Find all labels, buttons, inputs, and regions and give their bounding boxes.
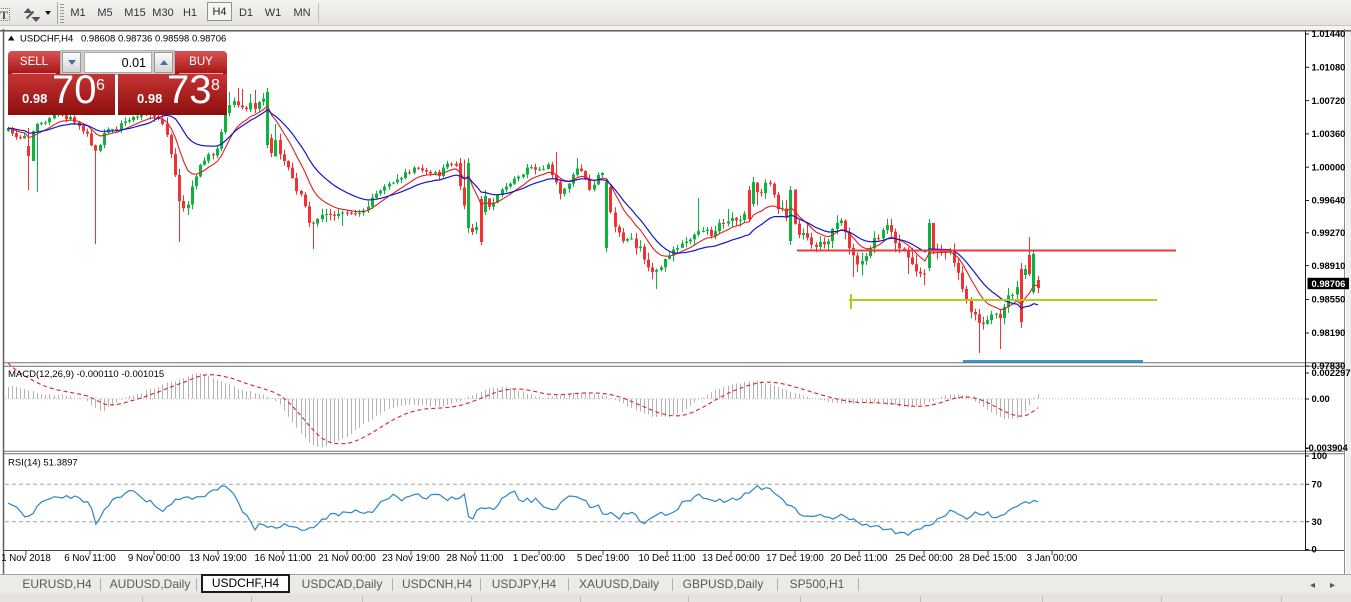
svg-text:13 Nov 19:00: 13 Nov 19:00 [189, 553, 247, 564]
svg-text:16 Nov 11:00: 16 Nov 11:00 [255, 553, 313, 564]
svg-text:5 Dec 19:00: 5 Dec 19:00 [577, 553, 630, 564]
svg-text:1 Dec 00:00: 1 Dec 00:00 [513, 553, 566, 564]
svg-text:30: 30 [1312, 516, 1322, 527]
svg-text:9 Nov 00:00: 9 Nov 00:00 [128, 553, 181, 564]
svg-text:0.98706: 0.98706 [1312, 278, 1346, 289]
svg-text:6 Nov 11:00: 6 Nov 11:00 [64, 553, 116, 564]
svg-text:1.01080: 1.01080 [1312, 62, 1346, 73]
svg-text:100: 100 [1312, 450, 1328, 461]
svg-text:20 Dec 11:00: 20 Dec 11:00 [831, 553, 889, 564]
svg-text:70: 70 [1312, 479, 1322, 490]
svg-text:0.98608 0.98736 0.98598 0.9870: 0.98608 0.98736 0.98598 0.98706 [81, 34, 226, 45]
svg-text:0.99640: 0.99640 [1312, 195, 1346, 206]
svg-text:3 Jan 00:00: 3 Jan 00:00 [1027, 553, 1078, 564]
svg-text:USDCHF,H4: USDCHF,H4 [20, 34, 73, 45]
svg-text:10 Dec 11:00: 10 Dec 11:00 [639, 553, 697, 564]
svg-text:1 Nov 2018: 1 Nov 2018 [1, 553, 51, 564]
svg-text:17 Dec 19:00: 17 Dec 19:00 [766, 553, 824, 564]
svg-text:21 Nov 00:00: 21 Nov 00:00 [318, 553, 376, 564]
svg-text:1.00720: 1.00720 [1312, 95, 1346, 106]
svg-text:0.00: 0.00 [1312, 393, 1330, 404]
svg-text:1.01440: 1.01440 [1312, 28, 1346, 39]
svg-text:0.98190: 0.98190 [1312, 327, 1346, 338]
svg-text:0.99270: 0.99270 [1312, 227, 1346, 238]
svg-text:23 Nov 19:00: 23 Nov 19:00 [382, 553, 440, 564]
svg-text:13 Dec 00:00: 13 Dec 00:00 [702, 553, 760, 564]
svg-text:RSI(14) 51.3897: RSI(14) 51.3897 [8, 458, 78, 469]
svg-text:MACD(12,26,9) -0.000110 -0.001: MACD(12,26,9) -0.000110 -0.001015 [8, 369, 164, 380]
svg-text:28 Dec 15:00: 28 Dec 15:00 [959, 553, 1017, 564]
svg-text:0.98910: 0.98910 [1312, 260, 1346, 271]
svg-text:25 Dec 00:00: 25 Dec 00:00 [895, 553, 953, 564]
svg-text:1.00360: 1.00360 [1312, 128, 1346, 139]
svg-text:28 Nov 11:00: 28 Nov 11:00 [447, 553, 505, 564]
svg-text:0.98550: 0.98550 [1312, 294, 1346, 305]
svg-text:0: 0 [1312, 544, 1317, 555]
svg-text:1.00000: 1.00000 [1312, 161, 1346, 172]
svg-text:0.002297: 0.002297 [1312, 367, 1351, 378]
